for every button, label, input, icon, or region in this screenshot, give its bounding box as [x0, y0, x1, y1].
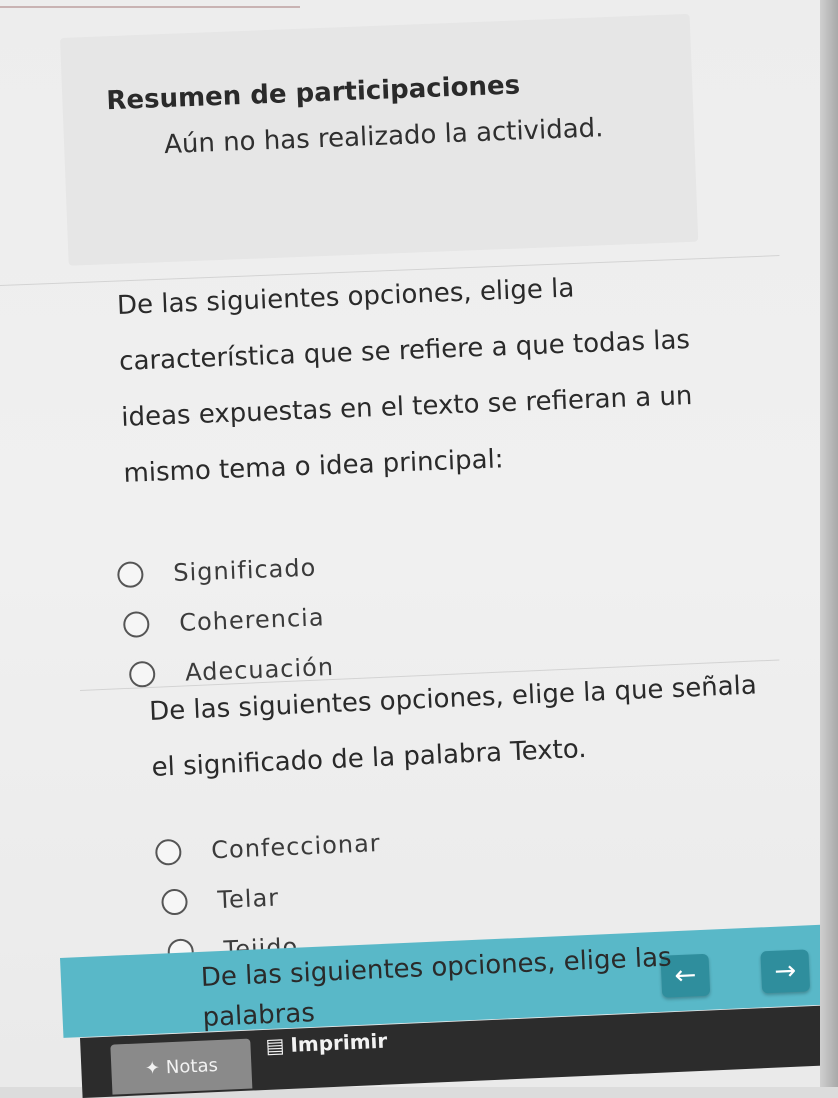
- option-label: Confeccionar: [210, 829, 382, 865]
- radio-button[interactable]: [154, 838, 182, 866]
- question-1: De las siguientes opciones, elige la car…: [116, 253, 782, 700]
- summary-card: Resumen de participaciones Aún no has re…: [60, 13, 699, 266]
- notes-icon: ✦: [144, 1057, 161, 1079]
- radio-button[interactable]: [116, 561, 144, 589]
- arrow-right-icon: →: [773, 955, 797, 987]
- screen-bezel: [820, 0, 838, 1087]
- summary-title: Resumen de participaciones: [105, 70, 521, 117]
- question-2: De las siguientes opciones, elige la que…: [148, 657, 780, 978]
- option-label: Significado: [172, 553, 317, 588]
- printer-icon: ▤: [264, 1033, 285, 1058]
- next-button[interactable]: →: [760, 949, 811, 994]
- option-label: Telar: [216, 883, 280, 915]
- radio-button[interactable]: [160, 888, 189, 916]
- summary-status: Aún no has realizado la actividad.: [163, 113, 604, 161]
- top-line: [0, 6, 300, 8]
- notes-tab[interactable]: ✦ Notas: [110, 1038, 253, 1095]
- option-label: Coherencia: [178, 603, 326, 637]
- screen: Resumen de participaciones Aún no has re…: [0, 0, 838, 1098]
- radio-button[interactable]: [122, 610, 150, 638]
- notes-label: Notas: [165, 1054, 219, 1078]
